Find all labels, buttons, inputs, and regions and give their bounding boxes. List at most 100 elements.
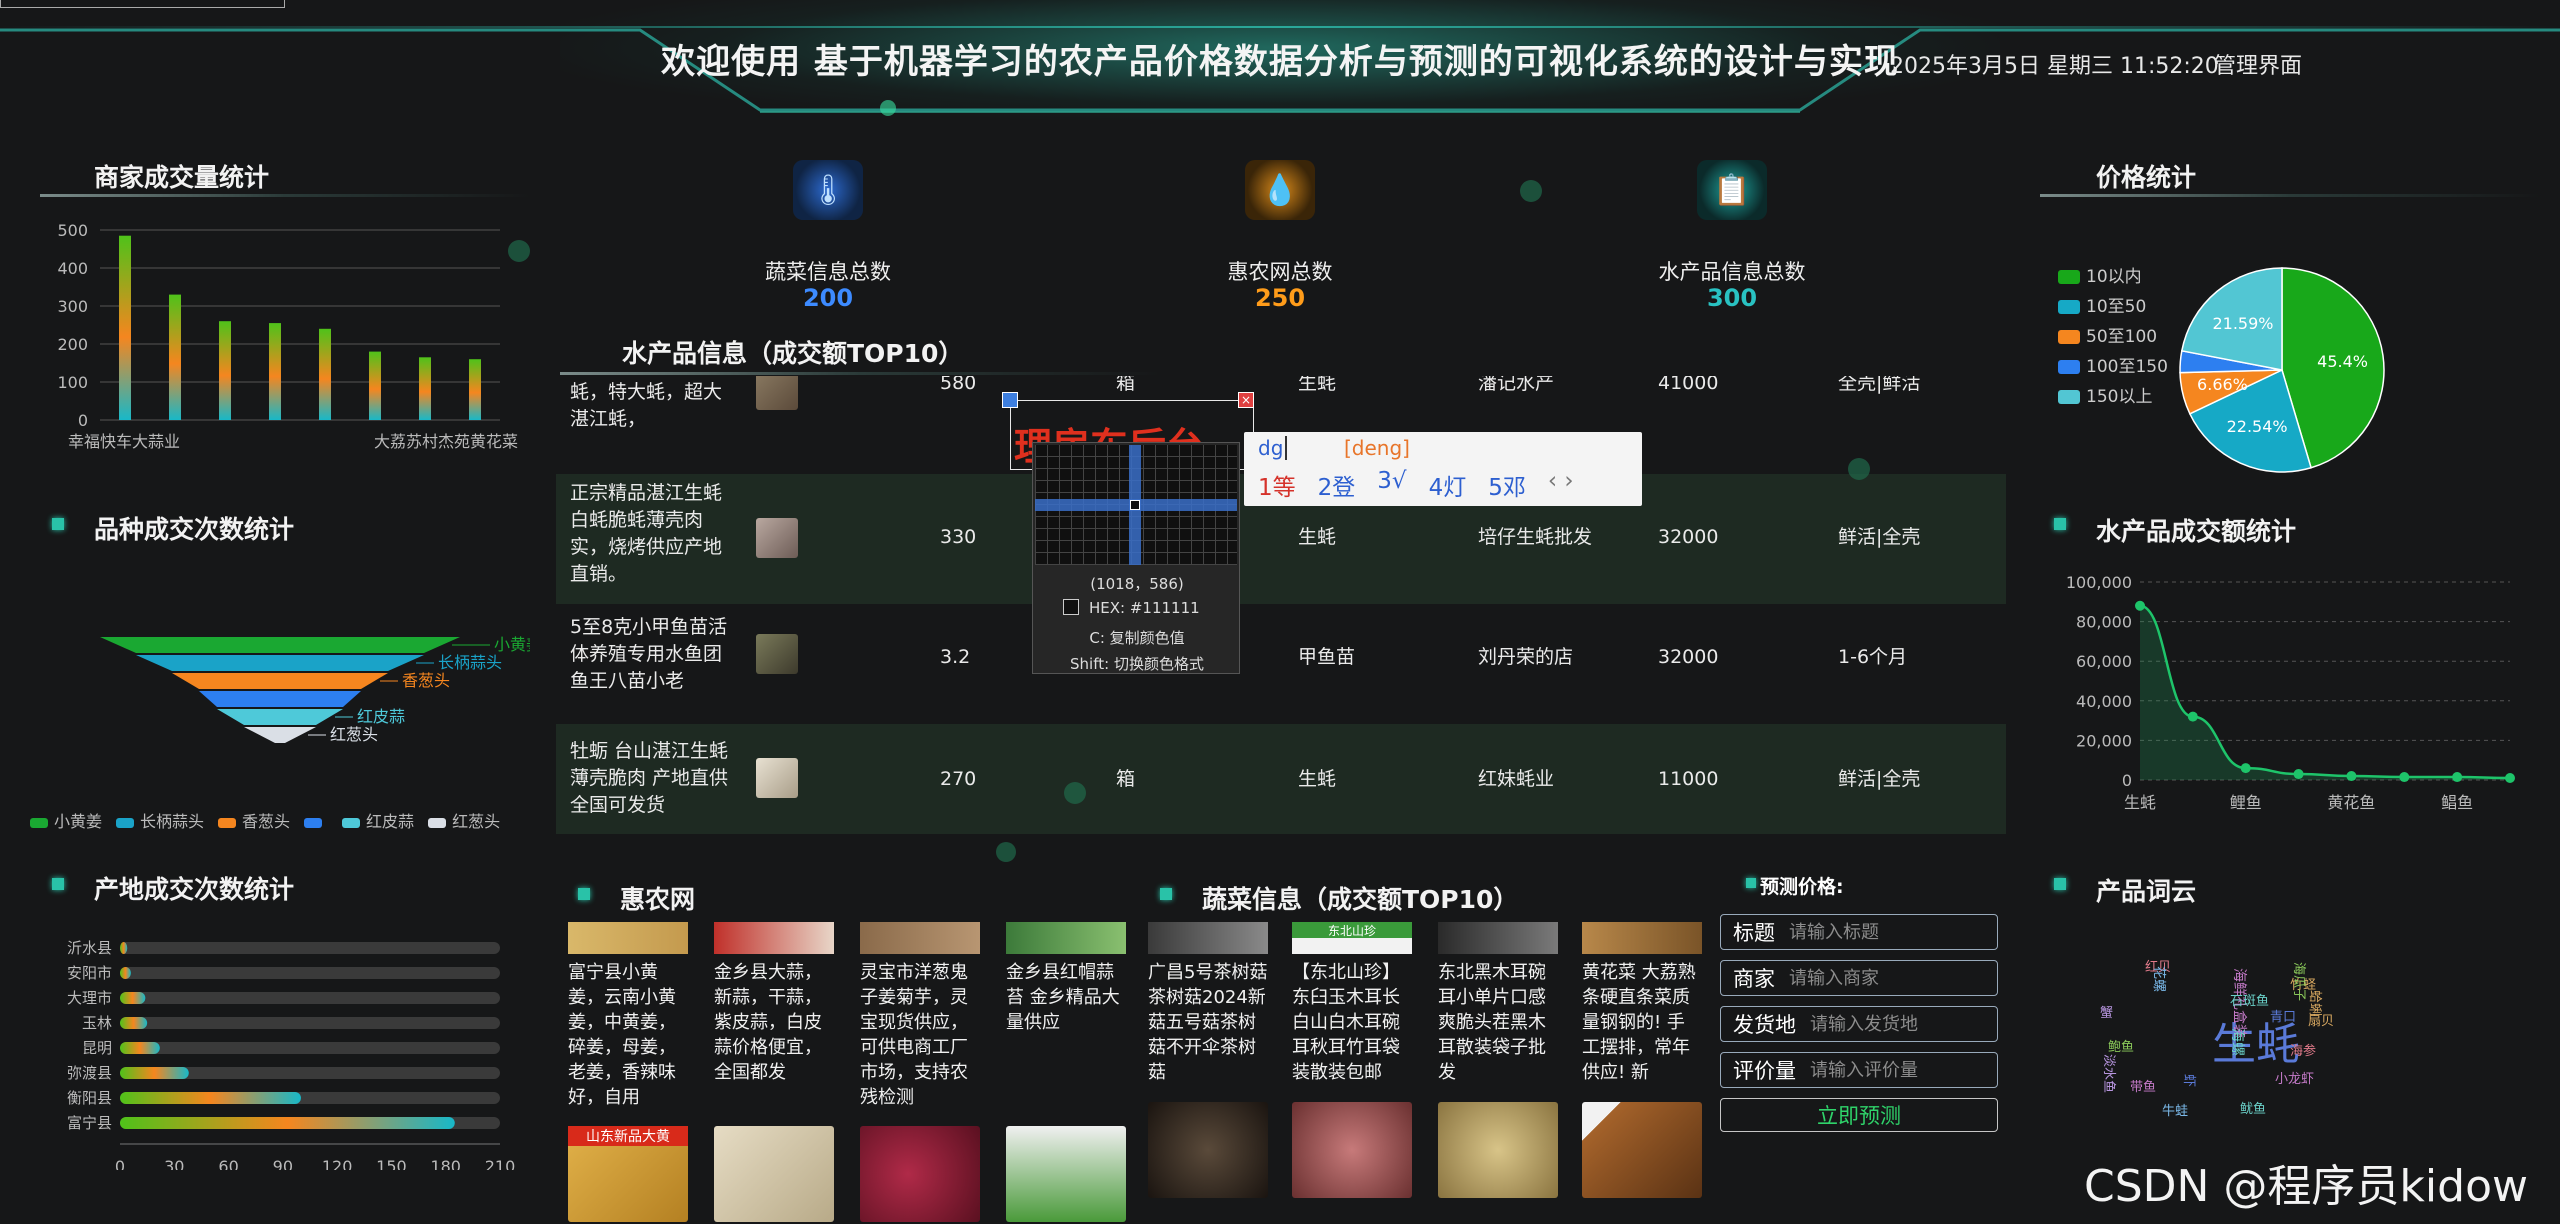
card-text[interactable]: 金乡县红帽蒜苔 金乡精品大量供应 <box>1006 960 1126 1035</box>
bar-track <box>120 1017 500 1029</box>
card-image[interactable] <box>568 922 688 954</box>
word-cloud-term[interactable]: 海螺 <box>2228 1028 2248 1056</box>
legend-item[interactable]: 红葱头 <box>428 808 500 832</box>
word-cloud-term[interactable]: 带鱼 <box>2130 1076 2156 1095</box>
admin-link[interactable]: 管理界面 <box>2214 48 2302 80</box>
panel-aquatic-top10: 水产品信息（成交额TOP10） <box>560 330 1160 380</box>
kpi-value: 300 <box>1706 284 1758 312</box>
title-input[interactable] <box>1789 921 1969 943</box>
ime-input: dg <box>1258 436 1288 460</box>
y-tick-label: 玉林 <box>82 1014 112 1032</box>
bullet-square <box>1160 888 1172 900</box>
selection-handle[interactable] <box>1002 392 1018 408</box>
title-field[interactable]: 标题 <box>1720 914 1998 950</box>
table-row[interactable]: 牡蛎 台山湛江生蚝薄壳脆肉 产地直供全国可发货 270 箱 生蚝 红妹蚝业 11… <box>556 724 2006 834</box>
card-image[interactable] <box>1148 1102 1268 1198</box>
funnel-layer <box>199 691 361 707</box>
origin-input[interactable] <box>1810 1013 1990 1035</box>
card-image[interactable] <box>1148 922 1268 954</box>
card-text[interactable]: 【东北山珍】东臼玉木耳长白山白木耳碗耳秋耳竹耳袋装散装包邮 <box>1292 960 1412 1085</box>
amount: 11000 <box>1658 768 1719 790</box>
legend-item[interactable]: 香葱头 <box>218 808 290 832</box>
word-cloud-term[interactable]: 蛤蜊 <box>2307 990 2326 1016</box>
spec: 鲜活|全壳 <box>1838 768 1921 790</box>
word-cloud-term[interactable]: 蟹 <box>2100 1002 2113 1021</box>
decor-dot <box>996 842 1016 862</box>
legend-item[interactable]: 红皮蒜 <box>342 808 414 832</box>
funnel-label: 红皮蒜 <box>357 707 405 726</box>
card-image[interactable] <box>1006 922 1126 954</box>
word-cloud-term[interactable]: 青口 <box>2270 1006 2296 1025</box>
panel-title: 品种成交次数统计 <box>94 515 295 544</box>
legend-swatch <box>304 817 323 828</box>
legend-item[interactable]: 小黄姜 <box>30 808 102 832</box>
ime-candidate[interactable]: 3√ <box>1377 468 1406 502</box>
word-cloud-term[interactable]: 鱿鱼 <box>2240 1098 2266 1117</box>
legend-label: 红葱头 <box>452 812 501 831</box>
card-image[interactable] <box>1006 1126 1126 1222</box>
card-image-label: 山东新品大黄 <box>568 1126 688 1146</box>
legend-item[interactable]: 长柄蒜头 <box>116 808 204 832</box>
card-text[interactable]: 灵宝市洋葱鬼子姜菊芋，灵宝现货供应，可供电商工厂市场，支持农残检测 <box>860 960 980 1110</box>
legend-label: 50至100 <box>2086 327 2158 347</box>
data-point <box>2452 772 2463 783</box>
reviews-input[interactable] <box>1810 1059 1990 1081</box>
bullet-square <box>1746 878 1756 888</box>
predict-button[interactable]: 立即预测 <box>1720 1098 1998 1132</box>
card-text[interactable]: 东北黑木耳碗耳小单片口感爽脆头茬黑木耳散装袋子批发 <box>1438 960 1558 1085</box>
ime-candidate[interactable]: 5邓 <box>1488 468 1526 502</box>
watermark: CSDN @程序员kidow <box>2084 1161 2528 1212</box>
bar-track <box>120 942 500 954</box>
ime-candidate[interactable]: 4灯 <box>1429 468 1467 502</box>
word-cloud-term[interactable]: 虾 <box>2181 1074 2200 1087</box>
word-cloud-term[interactable]: 牛蛙 <box>2162 1100 2188 1119</box>
table-row[interactable]: 5至8克小甲鱼苗活体养殖专用水鱼团鱼王八苗小老 3.2 尾 甲鱼苗 刘丹荣的店 … <box>556 604 2006 724</box>
legend-swatch <box>2058 270 2080 284</box>
close-icon[interactable]: × <box>1238 392 1254 408</box>
ime-candidate-window: dg [deng] 1等 2登 3√ 4灯 5邓 ‹ › <box>1244 432 1642 506</box>
y-tick-label: 沂水县 <box>67 939 112 957</box>
shop: 红妹蚝业 <box>1478 768 1555 790</box>
ime-candidate[interactable]: 2登 <box>1318 468 1356 502</box>
bar-track <box>120 1042 500 1054</box>
card-image[interactable] <box>1292 1102 1412 1198</box>
legend-label: 香葱头 <box>242 812 291 831</box>
bullet-square <box>578 888 590 900</box>
word-cloud-term[interactable]: 花螺 <box>2151 966 2170 992</box>
panel-title: 商家成交量统计 <box>94 163 270 192</box>
word-cloud-term[interactable]: 海参 <box>2290 1040 2316 1059</box>
card-image[interactable] <box>860 922 980 954</box>
kpi-label: 惠农网总数 <box>1227 260 1333 284</box>
bullet-square <box>52 878 64 890</box>
origin-field[interactable]: 发货地 <box>1720 1006 1998 1042</box>
legend-item[interactable] <box>304 812 328 831</box>
x-tick-label: 210 <box>485 1157 516 1170</box>
price: 580 <box>940 376 977 394</box>
word-cloud-term[interactable]: 鲍鱼 <box>2108 1036 2134 1055</box>
card-image[interactable] <box>860 1126 980 1222</box>
kpi-label: 水产品信息总数 <box>1658 260 1806 284</box>
card-text[interactable]: 金乡县大蒜，新蒜，干蒜，紫皮蒜，白皮蒜价格便宜，全国都发 <box>714 960 834 1085</box>
card-image[interactable] <box>1582 922 1702 954</box>
card-text[interactable]: 黄花菜 大荔熟条硬直条菜质量钢钢的! 手工摆排，常年供应! 新 <box>1582 960 1702 1085</box>
kpi-label: 蔬菜信息总数 <box>765 260 891 284</box>
card-text[interactable]: 广昌5号茶树菇 茶树菇2024新菇五号菇茶树菇不开伞茶树菇 <box>1148 960 1268 1085</box>
word-cloud-term[interactable]: 淡水鱼 <box>2101 1054 2120 1093</box>
word-cloud-term[interactable]: 小龙虾 <box>2275 1068 2314 1087</box>
merchant-volume-chart: 0 100 200 300 400 500 幸福快车大蒜业 大荔苏村杰苑黄花菜 <box>57 221 518 451</box>
merchant-input[interactable] <box>1789 967 1969 989</box>
card-image[interactable] <box>714 1126 834 1222</box>
card-image[interactable] <box>1582 1102 1702 1198</box>
merchant-field[interactable]: 商家 <box>1720 960 1998 996</box>
funnel-label: 长柄蒜头 <box>438 653 502 672</box>
card-text[interactable]: 富宁县小黄姜，云南小黄姜，中黄姜，碎姜，母姜，老姜，香辣味好，自用 <box>568 960 688 1110</box>
ime-page-nav[interactable]: ‹ › <box>1548 468 1574 502</box>
card-image[interactable] <box>714 922 834 954</box>
ime-candidate[interactable]: 1等 <box>1258 468 1296 502</box>
word-cloud-term[interactable]: 石斑鱼 <box>2230 990 2269 1009</box>
crosshair-center <box>1130 500 1140 510</box>
card-image[interactable] <box>1438 1102 1558 1198</box>
bar <box>120 1092 301 1104</box>
card-image[interactable] <box>1438 922 1558 954</box>
reviews-field[interactable]: 评价量 <box>1720 1052 1998 1088</box>
